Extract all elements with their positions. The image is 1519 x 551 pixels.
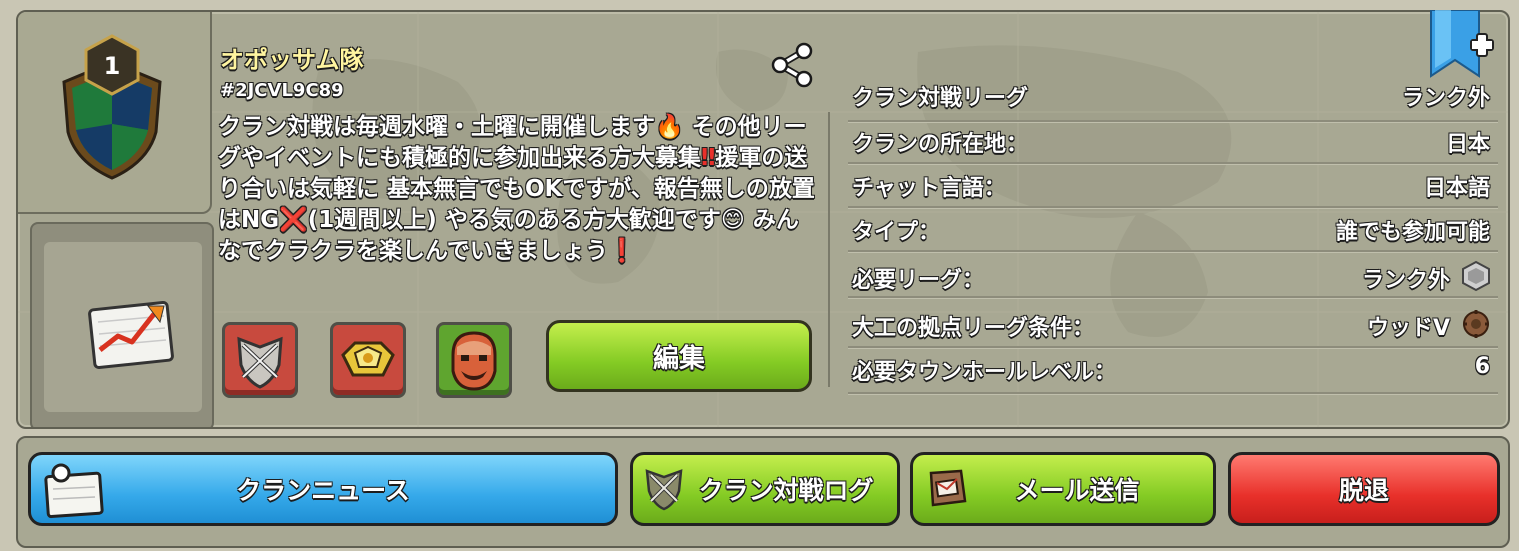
clan-war-button[interactable] — [222, 322, 298, 398]
clan-tag: #2JCVL9C89 — [220, 80, 344, 101]
war-league-label: クラン対戦リーグ — [852, 86, 1029, 111]
barbarian-face-icon — [451, 331, 497, 391]
row-divider — [848, 206, 1498, 209]
required-league-value: ランク外 — [1361, 268, 1450, 293]
town-hall-value: 6 — [1474, 354, 1490, 379]
crossed-swords-icon — [645, 469, 683, 511]
location-value: 日本 — [1445, 132, 1490, 157]
league-badge-icon — [341, 341, 395, 377]
wood-league-icon — [1463, 310, 1489, 338]
row-divider — [848, 162, 1498, 165]
unranked-league-icon — [1462, 260, 1490, 292]
send-mail-button[interactable]: メール送信 — [910, 452, 1216, 526]
clan-war-log-label: クラン対戦ログ — [698, 476, 874, 505]
builder-league-label: 大工の拠点リーグ条件： — [852, 316, 1095, 341]
row-divider — [848, 392, 1498, 395]
desc-part: (1週間以上) やる気のある方大歓迎です — [307, 207, 721, 233]
bookmark-add-icon[interactable] — [1425, 10, 1495, 80]
location-label: クランの所在地： — [852, 132, 1029, 157]
chat-language-value: 日本語 — [1423, 176, 1490, 201]
town-hall-label: 必要タウンホールレベル： — [852, 360, 1117, 385]
clan-info-panel: 1 オポッサム隊 #2JCVL9C89 クラン対戦は毎週水曜・土曜に開催します🔥… — [16, 10, 1510, 429]
clan-badge-icon[interactable]: 1 — [56, 32, 168, 182]
clan-news-label: クランニュース — [236, 476, 410, 505]
cross-mark-icon: ❌ — [279, 207, 308, 233]
double-exclamation-icon: ‼ — [701, 145, 716, 171]
required-league-label: 必要リーグ： — [852, 268, 985, 293]
smile-icon: 😊 — [720, 207, 745, 233]
bottom-action-bar: クランニュース クラン対戦ログ メール送信 脱退 — [16, 436, 1510, 548]
row-divider — [848, 250, 1498, 253]
leave-clan-button[interactable]: 脱退 — [1228, 452, 1500, 526]
clan-name: オポッサム隊 — [220, 46, 364, 74]
history-inner — [44, 242, 202, 412]
row-divider — [848, 296, 1498, 299]
clan-description: クラン対戦は毎週水曜・土曜に開催します🔥 その他リーグやイベントにも積極的に参加… — [218, 112, 818, 267]
mail-envelope-icon — [929, 469, 967, 507]
desc-part: クラン対戦は毎週水曜・土曜に開催します — [218, 114, 655, 140]
type-label: タイプ： — [852, 220, 941, 245]
vertical-divider — [828, 112, 830, 387]
exclamation-icon: ❗ — [607, 238, 637, 264]
clan-badge-area: 1 — [18, 12, 212, 214]
clan-history-panel[interactable] — [30, 222, 214, 427]
send-mail-label: メール送信 — [1014, 476, 1140, 505]
builder-league-value: ウッドV — [1366, 316, 1450, 341]
row-divider — [848, 120, 1498, 123]
clan-level-text: 1 — [104, 52, 121, 80]
war-league-value: ランク外 — [1401, 86, 1490, 111]
clan-war-log-button[interactable]: クラン対戦ログ — [630, 452, 900, 526]
clan-games-button[interactable] — [436, 322, 512, 398]
clan-war-league-button[interactable] — [330, 322, 406, 398]
crossed-swords-icon — [237, 336, 283, 389]
clan-news-button[interactable]: クランニュース — [28, 452, 618, 526]
type-value: 誰でも参加可能 — [1335, 220, 1490, 245]
share-icon[interactable] — [768, 42, 816, 88]
news-note-icon — [44, 463, 104, 519]
trend-chart-icon[interactable] — [88, 292, 174, 370]
fire-icon: 🔥 — [655, 114, 684, 140]
edit-button[interactable]: 編集 — [546, 320, 812, 392]
chat-language-label: チャット言語： — [852, 176, 1006, 201]
row-divider — [848, 346, 1498, 349]
